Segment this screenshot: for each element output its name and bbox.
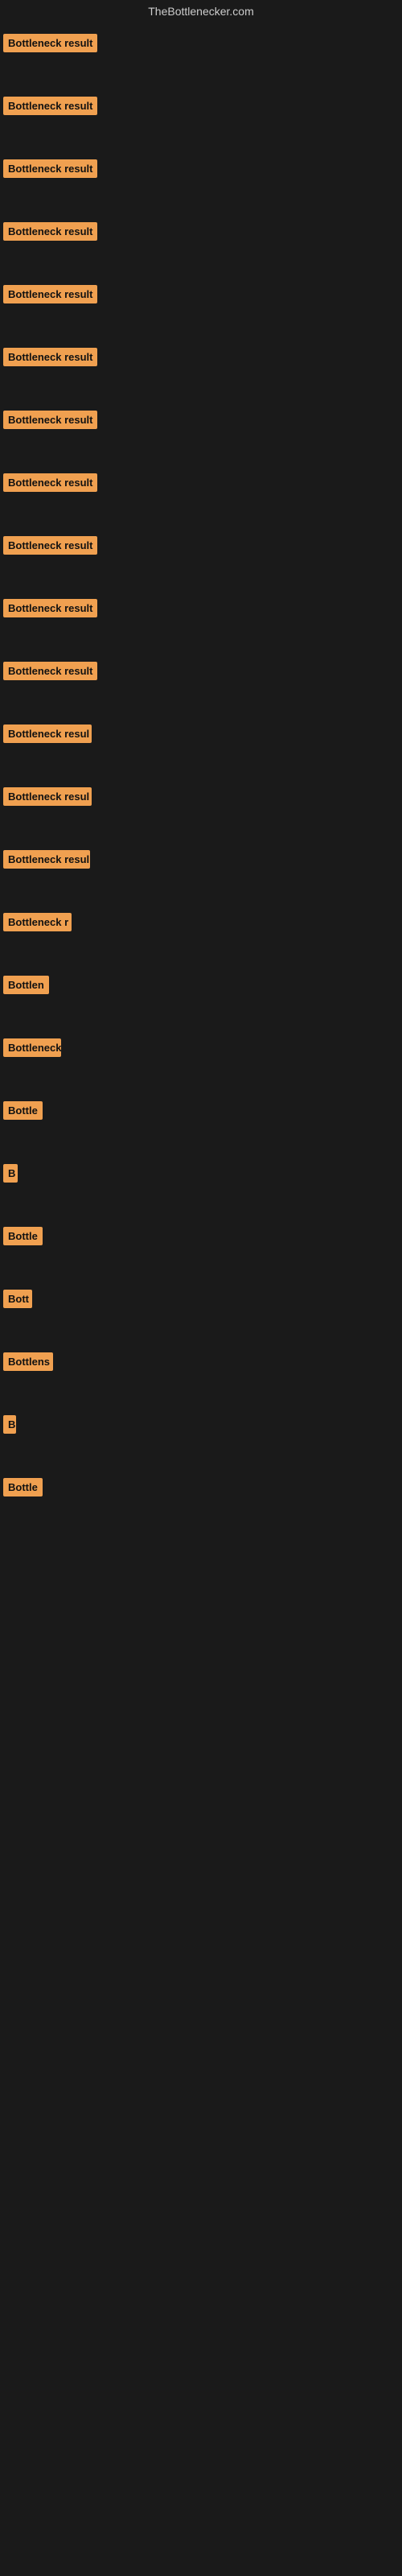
list-item: Bottlens — [0, 1341, 402, 1380]
list-item: Bottleneck result — [0, 336, 402, 375]
list-item: Bottleneck result — [0, 525, 402, 564]
list-item: Bottleneck result — [0, 85, 402, 124]
bottleneck-badge[interactable]: B — [3, 1415, 16, 1434]
site-title: TheBottlenecker.com — [0, 0, 402, 23]
list-item: Bottle — [0, 1467, 402, 1505]
bottleneck-badge[interactable]: Bottleneck result — [3, 159, 97, 178]
bottleneck-badge[interactable]: B — [3, 1164, 18, 1183]
list-item: Bottleneck result — [0, 23, 402, 61]
bottleneck-badge[interactable]: Bottleneck result — [3, 285, 97, 303]
bottleneck-badge[interactable]: Bottle — [3, 1227, 43, 1245]
list-item: Bottleneck result — [0, 148, 402, 187]
list-item: Bottleneck — [0, 1027, 402, 1066]
list-item: Bottlen — [0, 964, 402, 1003]
bottleneck-badge[interactable]: Bottle — [3, 1478, 43, 1496]
list-item: Bottleneck result — [0, 399, 402, 438]
bottleneck-badge[interactable]: Bottleneck result — [3, 662, 97, 680]
bottleneck-badge[interactable]: Bottleneck result — [3, 473, 97, 492]
bottleneck-badge[interactable]: Bottleneck result — [3, 97, 97, 115]
list-item: Bottleneck result — [0, 588, 402, 626]
bottleneck-badge[interactable]: Bottleneck r — [3, 913, 72, 931]
bottleneck-badge[interactable]: Bottlens — [3, 1352, 53, 1371]
list-item: Bottleneck result — [0, 462, 402, 501]
list-item: Bottleneck resul — [0, 713, 402, 752]
list-item: Bottleneck result — [0, 274, 402, 312]
list-item: Bottleneck resul — [0, 839, 402, 877]
list-item: Bottleneck resul — [0, 776, 402, 815]
bottleneck-badge[interactable]: Bottleneck resul — [3, 787, 92, 806]
list-item: B — [0, 1404, 402, 1443]
list-item: Bott — [0, 1278, 402, 1317]
bottleneck-badge[interactable]: Bottleneck result — [3, 411, 97, 429]
list-item: Bottleneck result — [0, 650, 402, 689]
bottleneck-badge[interactable]: Bottleneck result — [3, 222, 97, 241]
bottleneck-badge[interactable]: Bottleneck result — [3, 34, 97, 52]
items-container: Bottleneck result Bottleneck result Bottle… — [0, 23, 402, 1530]
bottleneck-badge[interactable]: Bottlen — [3, 976, 49, 994]
bottleneck-badge[interactable]: Bottleneck resul — [3, 724, 92, 743]
list-item: Bottleneck result — [0, 211, 402, 250]
bottleneck-badge[interactable]: Bottle — [3, 1101, 43, 1120]
bottleneck-badge[interactable]: Bottleneck result — [3, 348, 97, 366]
bottleneck-badge[interactable]: Bott — [3, 1290, 32, 1308]
list-item: B — [0, 1153, 402, 1191]
bottleneck-badge[interactable]: Bottleneck — [3, 1038, 61, 1057]
bottleneck-badge[interactable]: Bottleneck result — [3, 599, 97, 617]
list-item: Bottle — [0, 1216, 402, 1254]
bottleneck-badge[interactable]: Bottleneck resul — [3, 850, 90, 869]
bottleneck-badge[interactable]: Bottleneck result — [3, 536, 97, 555]
list-item: Bottle — [0, 1090, 402, 1129]
list-item: Bottleneck r — [0, 902, 402, 940]
